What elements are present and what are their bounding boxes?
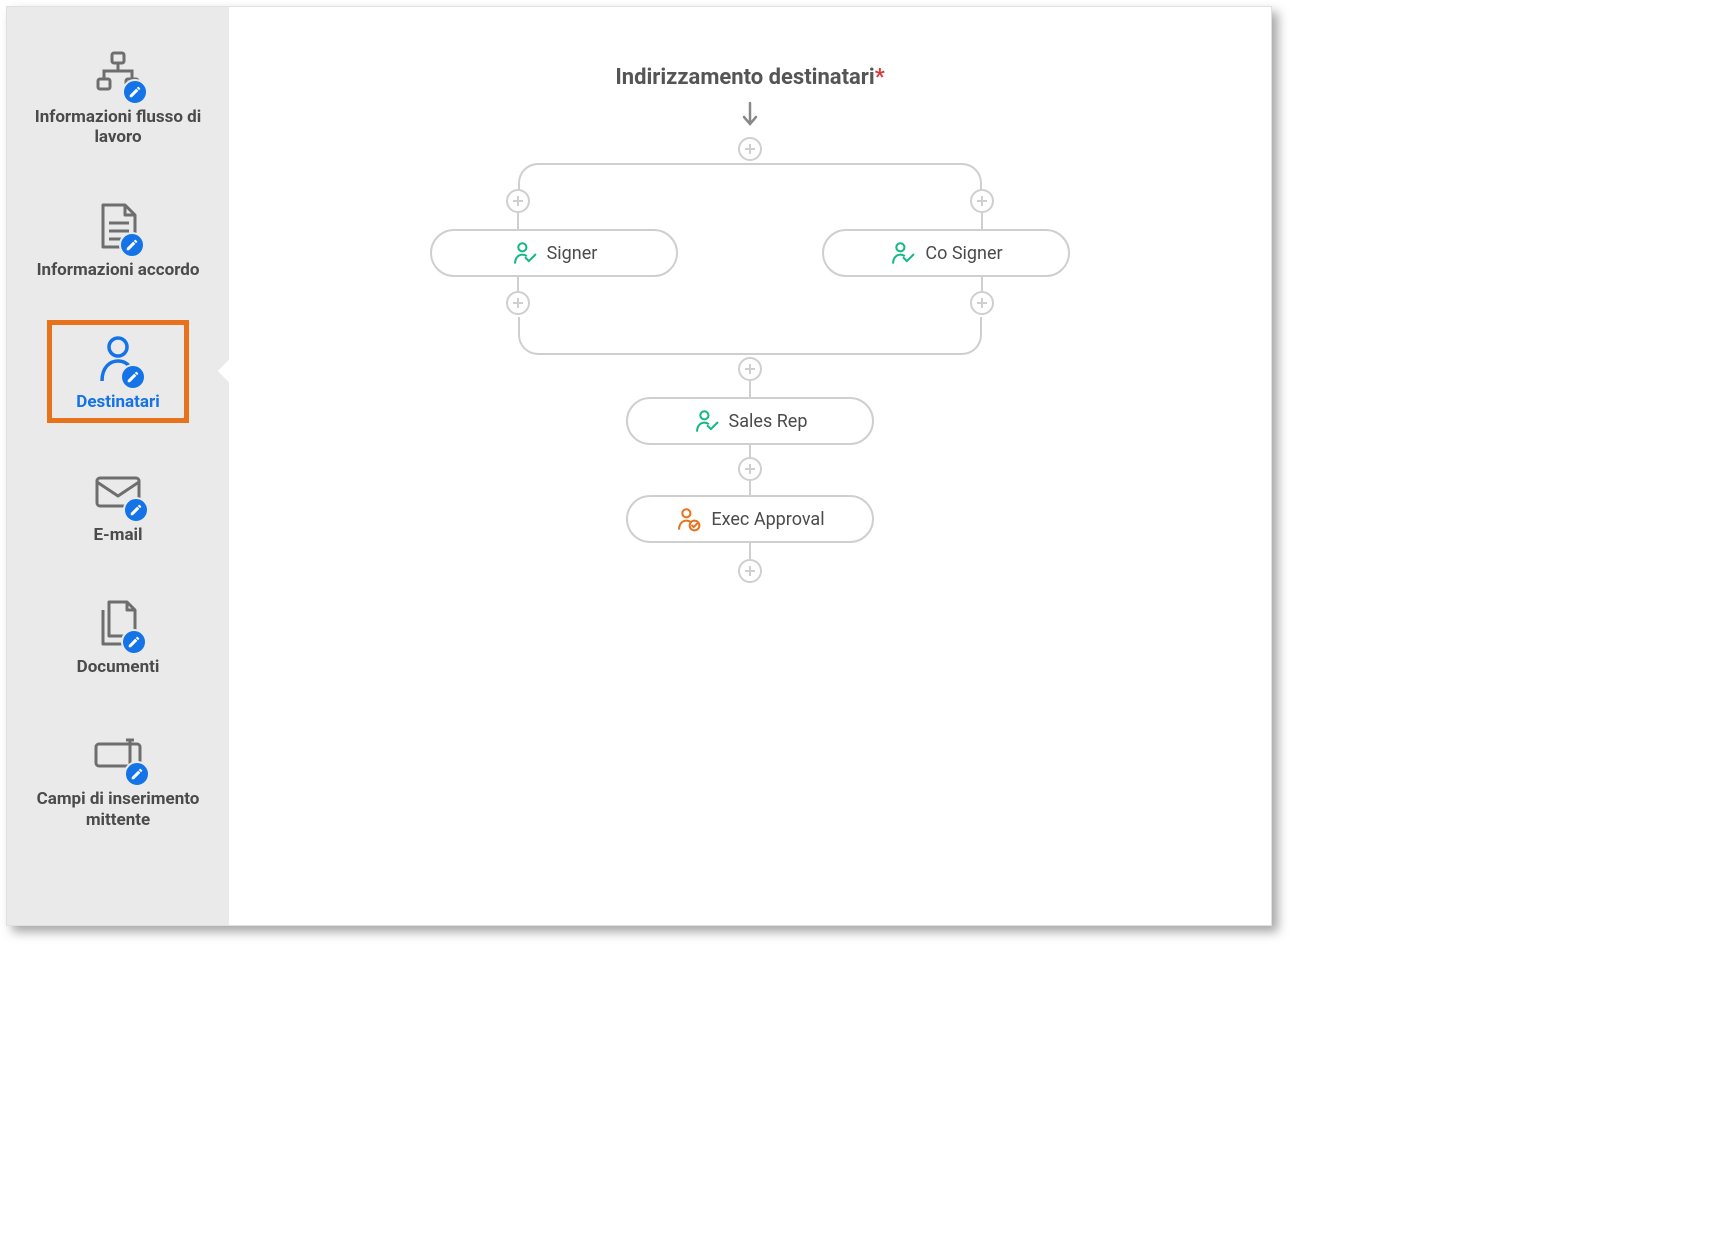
sidebar-item-recipients[interactable]: Destinatari: [7, 312, 229, 430]
required-marker: *: [875, 65, 885, 90]
sidebar-item-label: E-mail: [93, 525, 142, 545]
sidebar-item-label: Campi di inserimento mittente: [21, 789, 215, 830]
approver-icon: [675, 506, 701, 532]
node-signer[interactable]: Signer: [430, 229, 678, 277]
sidebar-item-label: Informazioni accordo: [37, 260, 200, 280]
sidebar-item-label: Documenti: [77, 657, 160, 677]
node-salesrep[interactable]: Sales Rep: [626, 397, 874, 445]
connector: [749, 381, 751, 397]
sidebar-item-workflow-info[interactable]: Informazioni flusso di lavoro: [7, 27, 229, 166]
workflow-icon: [94, 45, 142, 101]
canvas-title-text: Indirizzamento destinatari: [615, 65, 874, 90]
node-cosigner[interactable]: Co Signer: [822, 229, 1070, 277]
add-parallel-right-button[interactable]: [970, 189, 994, 213]
sidebar-item-label: Informazioni flusso di lavoro: [21, 107, 215, 148]
connector: [981, 213, 983, 229]
signer-icon: [693, 408, 719, 434]
sidebar-item-documents[interactable]: Documenti: [7, 577, 229, 695]
node-label: Exec Approval: [711, 509, 824, 530]
sidebar-item-sender-fields[interactable]: Campi di inserimento mittente: [7, 709, 229, 848]
sidebar: Informazioni flusso di lavoro Informazio…: [7, 7, 229, 925]
connector: [749, 481, 751, 495]
person-icon: [96, 330, 140, 386]
add-step-button[interactable]: [738, 137, 762, 161]
connector: [749, 543, 751, 559]
node-label: Signer: [547, 243, 598, 264]
recipient-routing-canvas: Indirizzamento destinatari* Signer: [229, 7, 1271, 925]
connector: [517, 213, 519, 229]
app-window: Informazioni flusso di lavoro Informazio…: [6, 6, 1272, 926]
parallel-bracket-bottom: [518, 317, 982, 355]
signer-icon: [889, 240, 915, 266]
document-lines-icon: [97, 198, 139, 254]
add-step-after-salesrep-button[interactable]: [738, 457, 762, 481]
signer-icon: [511, 240, 537, 266]
add-step-after-exec-button[interactable]: [738, 559, 762, 583]
add-parallel-left-button[interactable]: [506, 189, 530, 213]
node-label: Co Signer: [925, 243, 1002, 264]
envelope-icon: [93, 463, 143, 519]
add-after-signer-button[interactable]: [506, 291, 530, 315]
documents-icon: [95, 595, 141, 651]
node-label: Sales Rep: [729, 411, 808, 432]
parallel-bracket-top: [518, 163, 982, 201]
canvas-title: Indirizzamento destinatari*: [615, 65, 884, 90]
add-after-cosigner-button[interactable]: [970, 291, 994, 315]
field-icon: [92, 727, 144, 783]
sidebar-item-emails[interactable]: E-mail: [7, 445, 229, 563]
sidebar-item-agreement-info[interactable]: Informazioni accordo: [7, 180, 229, 298]
add-step-after-parallel-button[interactable]: [738, 357, 762, 381]
node-exec-approval[interactable]: Exec Approval: [626, 495, 874, 543]
arrow-down-icon: [741, 101, 759, 127]
